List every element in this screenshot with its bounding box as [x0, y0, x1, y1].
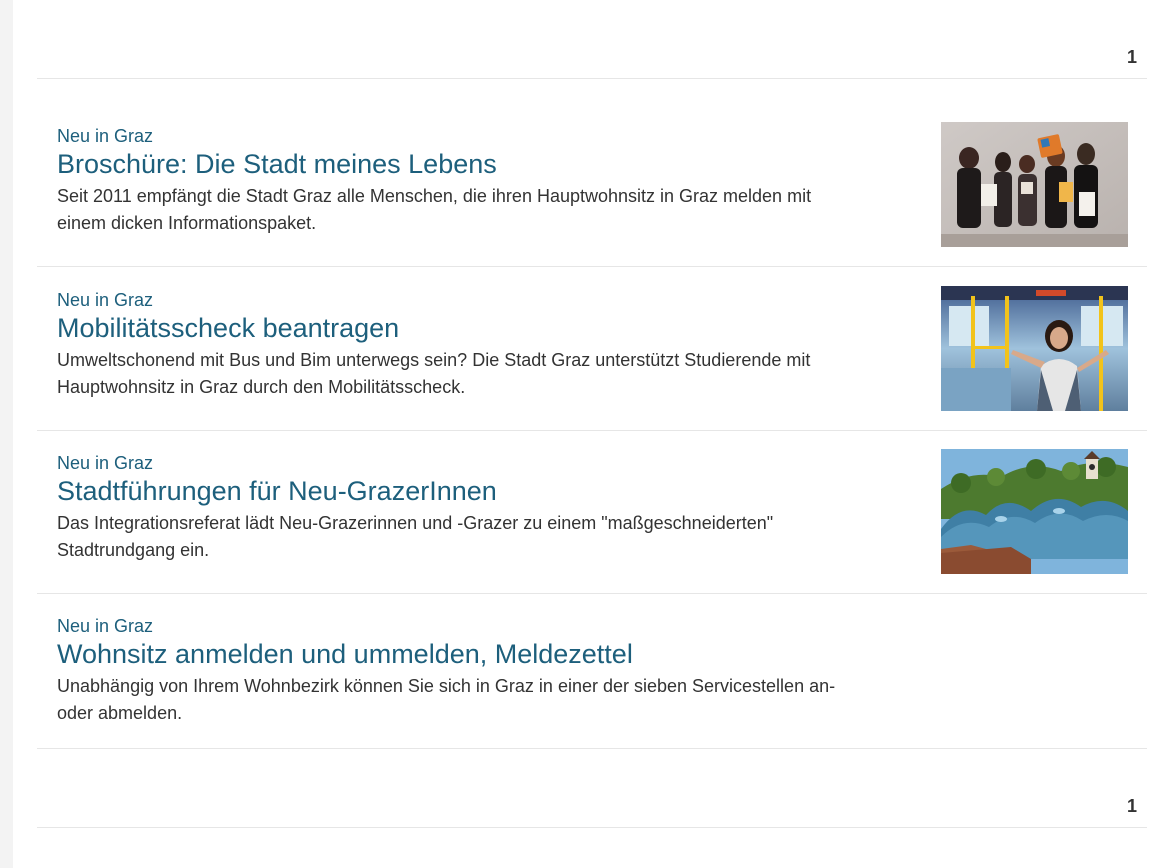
page: 1 Neu in Graz Broschüre: Die Stadt meine…: [0, 0, 1173, 868]
item-title-link[interactable]: Stadtführungen für Neu-GrazerInnen: [57, 475, 857, 507]
item-description: Umweltschonend mit Bus und Bim unterwegs…: [57, 350, 811, 397]
list-item-text: Neu in Graz Broschüre: Die Stadt meines …: [57, 79, 857, 237]
city-photo-image: [941, 449, 1128, 574]
pagination-bottom: 1: [37, 749, 1147, 828]
list-item: Neu in Graz Wohnsitz anmelden und ummeld…: [37, 594, 1147, 749]
tram-photo-image: [941, 286, 1128, 411]
results-list: 1 Neu in Graz Broschüre: Die Stadt meine…: [37, 0, 1147, 828]
item-description: Das Integrationsreferat lädt Neu-Grazeri…: [57, 513, 774, 560]
group-photo-image: [941, 122, 1128, 247]
list-item-text: Neu in Graz Stadtführungen für Neu-Graze…: [57, 431, 857, 564]
page-number-current[interactable]: 1: [1127, 796, 1137, 817]
list-item-text: Neu in Graz Wohnsitz anmelden und ummeld…: [57, 594, 857, 727]
item-category: Neu in Graz: [57, 453, 154, 473]
pagination-top: 1: [37, 0, 1147, 79]
item-title-link[interactable]: Broschüre: Die Stadt meines Lebens: [57, 148, 857, 180]
list-item: Neu in Graz Mobilitätsscheck beantragen …: [37, 267, 1147, 431]
list-item-text: Neu in Graz Mobilitätsscheck beantragen …: [57, 267, 857, 401]
item-title-link[interactable]: Wohnsitz anmelden und ummelden, Meldezet…: [57, 638, 857, 670]
item-thumbnail[interactable]: [941, 286, 1128, 411]
page-number-current[interactable]: 1: [1127, 47, 1137, 68]
item-thumbnail[interactable]: [941, 449, 1128, 574]
item-description: Unabhängig von Ihrem Wohnbezirk können S…: [57, 676, 836, 723]
item-description: Seit 2011 empfängt die Stadt Graz alle M…: [57, 186, 812, 233]
item-category: Neu in Graz: [57, 126, 154, 146]
item-title-link[interactable]: Mobilitätsscheck beantragen: [57, 312, 857, 344]
left-rail: [0, 0, 13, 868]
list-item: Neu in Graz Broschüre: Die Stadt meines …: [37, 79, 1147, 267]
item-thumbnail[interactable]: [941, 122, 1128, 247]
list-item: Neu in Graz Stadtführungen für Neu-Graze…: [37, 431, 1147, 594]
item-category: Neu in Graz: [57, 616, 154, 636]
item-category: Neu in Graz: [57, 290, 154, 310]
